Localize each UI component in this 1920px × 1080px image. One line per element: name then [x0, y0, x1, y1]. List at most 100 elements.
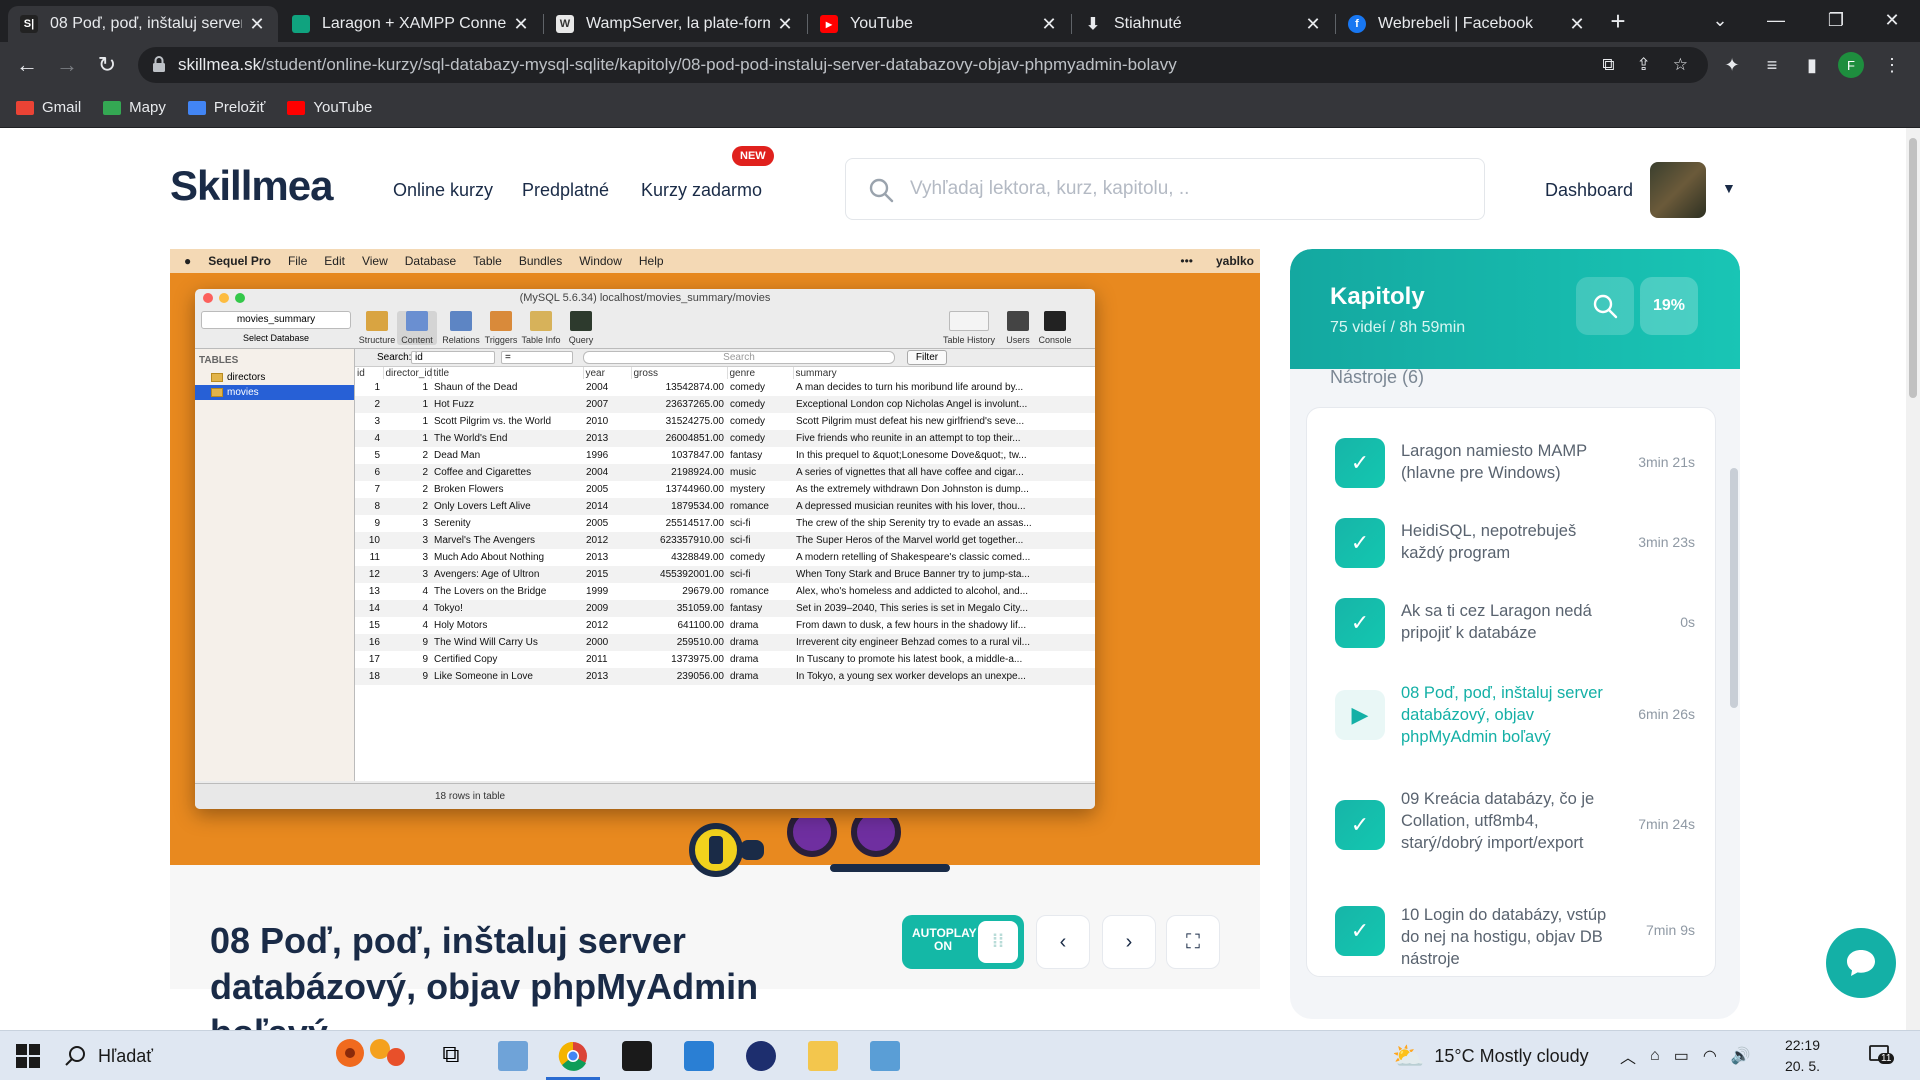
- side-panel-icon[interactable]: ▮: [1798, 51, 1826, 79]
- table-cell: 26004851.00: [631, 430, 727, 447]
- reload-button[interactable]: ↻: [92, 50, 122, 80]
- nav-online-courses[interactable]: Online kurzy: [393, 180, 493, 201]
- network-icon[interactable]: ⌂: [1650, 1047, 1660, 1065]
- tab-wampserver[interactable]: W WampServer, la plate-forme ✕: [544, 6, 806, 42]
- file-explorer-app-icon[interactable]: [498, 1041, 528, 1071]
- close-tab-icon[interactable]: ✕: [776, 14, 794, 35]
- check-icon: ✓: [1335, 518, 1385, 568]
- close-tab-icon[interactable]: ✕: [248, 14, 266, 35]
- table-cell: drama: [730, 620, 759, 631]
- chapter-search-button[interactable]: [1576, 277, 1634, 335]
- notifications-icon[interactable]: 11: [1868, 1043, 1895, 1067]
- chrome-app-icon[interactable]: [558, 1041, 588, 1071]
- notification-count: 11: [1878, 1053, 1895, 1064]
- tab-youtube[interactable]: ▶ YouTube ✕: [808, 6, 1070, 42]
- table-cell: Scott Pilgrim must defeat his new girlfr…: [796, 416, 1025, 427]
- user-avatar[interactable]: [1650, 162, 1706, 218]
- page-scrollbar[interactable]: [1906, 128, 1920, 1030]
- folder-app-icon[interactable]: [808, 1041, 838, 1071]
- next-lesson-button[interactable]: ›: [1102, 915, 1156, 969]
- bookmark-star-icon[interactable]: ☆: [1673, 55, 1688, 75]
- bookmark-youtube[interactable]: YouTube: [287, 99, 372, 116]
- mac-menu-item: Help: [638, 254, 664, 268]
- filter-button: Filter: [907, 350, 947, 365]
- autoplay-toggle[interactable]: AUTOPLAY ON ⁞⁞: [902, 915, 1024, 969]
- close-tab-icon[interactable]: ✕: [1040, 14, 1058, 35]
- windows-start-icon[interactable]: [16, 1044, 40, 1068]
- table-cell: 2011: [586, 654, 608, 665]
- tab-facebook[interactable]: f Webrebeli | Facebook ✕: [1336, 6, 1598, 42]
- previous-lesson-button[interactable]: ‹: [1036, 915, 1090, 969]
- chrome-menu-icon[interactable]: ⋮: [1878, 51, 1906, 79]
- volume-icon[interactable]: 🔊: [1731, 1046, 1751, 1066]
- table-item-directors: directors: [195, 370, 354, 385]
- table-body: 1 1 Shaun of the Dead 2004 13542874.00 comedy…: [355, 379, 1095, 685]
- media-control-icon[interactable]: ≡: [1758, 51, 1786, 79]
- extensions-puzzle-icon[interactable]: ✦: [1718, 51, 1746, 79]
- chevron-down-icon[interactable]: ▼: [1722, 180, 1736, 196]
- section-title: Nástroje (6): [1330, 367, 1425, 387]
- users-icon: [1007, 311, 1029, 331]
- table-cell: music: [727, 464, 793, 481]
- app-circle-icon[interactable]: [746, 1041, 776, 1071]
- close-window-button[interactable]: ✕: [1862, 0, 1920, 40]
- bookmark-maps[interactable]: Mapy: [103, 99, 166, 116]
- profile-avatar[interactable]: F: [1838, 52, 1864, 78]
- share-icon[interactable]: ⇪: [1637, 55, 1651, 75]
- dashboard-link[interactable]: Dashboard: [1545, 180, 1633, 201]
- task-view-icon[interactable]: ⧉: [436, 1041, 466, 1071]
- table-cell: 1879534.00: [631, 498, 727, 515]
- table-cell: 2015: [583, 566, 631, 583]
- control-panel-app-icon[interactable]: [870, 1041, 900, 1071]
- video-player[interactable]: ● Sequel Pro File Edit View Database Tab…: [170, 249, 1260, 989]
- bookmark-gmail[interactable]: Gmail: [16, 99, 81, 116]
- restore-button[interactable]: ❐: [1806, 0, 1866, 40]
- tab-laragon[interactable]: Laragon + XAMPP Connect ✕: [280, 6, 542, 42]
- taskbar-clock[interactable]: 22:19 20. 5. 2023: [1750, 1035, 1820, 1080]
- table-cell: As the extremely withdrawn Don Johnston …: [796, 484, 1029, 495]
- close-tab-icon[interactable]: ✕: [1568, 14, 1586, 35]
- back-button[interactable]: ←: [12, 50, 42, 80]
- row-count: 18 rows in table: [435, 791, 506, 802]
- site-search-input[interactable]: Vyhľadaj lektora, kurz, kapitolu, ..: [845, 158, 1485, 220]
- chatgpt-favicon-icon: [292, 15, 310, 33]
- new-tab-button[interactable]: +: [1600, 6, 1636, 38]
- nav-subscription[interactable]: Predplatné: [522, 180, 609, 201]
- open-in-app-icon[interactable]: ⧉: [1602, 55, 1614, 75]
- tab-active[interactable]: S| 08 Poď, poď, inštaluj server ✕: [8, 6, 278, 42]
- weather-widget[interactable]: ⛅ 15°C Mostly cloudy: [1392, 1031, 1589, 1080]
- forward-button[interactable]: →: [52, 50, 82, 80]
- wifi-icon[interactable]: ◠: [1703, 1046, 1717, 1066]
- tab-search-chevron-icon[interactable]: ⌄: [1690, 0, 1750, 40]
- table-cell: drama: [730, 654, 759, 665]
- chapters-scrollbar[interactable]: [1730, 468, 1738, 708]
- intellij-app-icon[interactable]: [622, 1041, 652, 1071]
- table-info-tool: Table Info: [521, 311, 561, 345]
- users-tool: Users: [1001, 311, 1035, 345]
- tab-title: 08 Poď, poď, inštaluj server: [50, 15, 242, 32]
- address-bar[interactable]: skillmea.sk/student/online-kurzy/sql-dat…: [138, 47, 1708, 83]
- minimize-button[interactable]: —: [1746, 0, 1806, 40]
- table-cell: In this prequel to &quot;Lonesome Dove&q…: [796, 450, 1027, 461]
- table-cell: 4: [422, 620, 428, 631]
- vscode-app-icon[interactable]: [684, 1041, 714, 1071]
- tab-downloads[interactable]: ⬇ Stiahnuté ✕: [1072, 6, 1334, 42]
- table-cell: 9: [383, 634, 431, 651]
- skillmea-logo[interactable]: Skillmea: [170, 162, 333, 210]
- fullscreen-button[interactable]: ⛶: [1166, 915, 1220, 969]
- chat-button[interactable]: [1826, 928, 1896, 998]
- close-tab-icon[interactable]: ✕: [1304, 14, 1322, 35]
- close-tab-icon[interactable]: ✕: [512, 14, 530, 35]
- taskbar-search[interactable]: Hľadať: [64, 1031, 153, 1080]
- nav-free-courses[interactable]: Kurzy zadarmo: [641, 180, 762, 201]
- table-cell: 1: [383, 396, 431, 413]
- tray-chevron-up-icon[interactable]: ︿: [1620, 1044, 1636, 1068]
- scrollbar-thumb[interactable]: [1909, 138, 1917, 398]
- bookmark-translate[interactable]: Preložiť: [187, 99, 265, 116]
- battery-icon[interactable]: ▭: [1674, 1046, 1689, 1066]
- mac-menu-item: View: [361, 254, 388, 268]
- search-icon: [1593, 294, 1618, 319]
- lock-icon[interactable]: [152, 56, 166, 72]
- weather-text: 15°C Mostly cloudy: [1434, 1045, 1589, 1066]
- results-table: id director_id title year gross genre su…: [355, 367, 1095, 685]
